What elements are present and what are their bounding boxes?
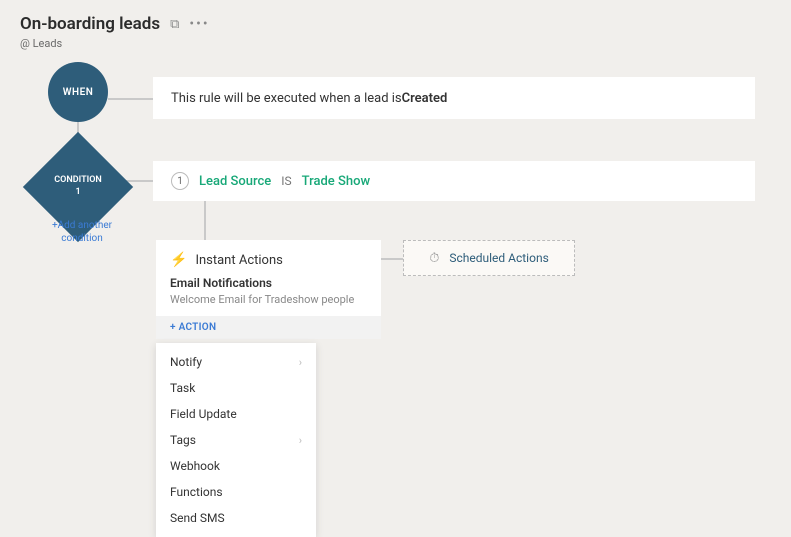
- when-node-label: WHEN: [63, 87, 94, 98]
- chevron-right-icon: ›: [299, 356, 302, 369]
- connector-line: [108, 98, 153, 100]
- action-menu-item-label: Field Update: [170, 407, 237, 421]
- condition-index: 1: [171, 172, 189, 190]
- action-menu-item[interactable]: Webhook: [156, 453, 316, 479]
- action-item-label[interactable]: Welcome Email for Tradeshow people: [170, 293, 367, 306]
- condition-field: Lead Source: [199, 174, 271, 189]
- add-action-menu: Notify › Task Field Update Tags › Webhook Funct…: [156, 343, 316, 537]
- workflow-title: On-boarding leads: [20, 14, 160, 34]
- action-menu-item-label: Functions: [170, 485, 223, 499]
- bolt-icon: ⚡: [170, 252, 187, 268]
- action-menu-item-label: Send SMS: [170, 511, 225, 525]
- action-menu-item-label: Webhook: [170, 459, 220, 473]
- condition-value: Trade Show: [302, 174, 370, 189]
- when-text: This rule will be executed when a lead i…: [171, 91, 402, 106]
- condition-card[interactable]: 1 Lead Source IS Trade Show: [153, 161, 755, 201]
- scheduled-actions-panel[interactable]: ⏱ Scheduled Actions: [403, 240, 575, 276]
- page-header: On-boarding leads ⧉ ••• @ Leads: [20, 14, 210, 50]
- module-label: @ Leads: [20, 37, 210, 50]
- action-menu-item[interactable]: Notify ›: [156, 349, 316, 375]
- action-menu-item-label: Task: [170, 381, 195, 395]
- instant-actions-panel: ⚡ Instant Actions Email Notifications We…: [156, 240, 381, 339]
- action-menu-item-label: Notify: [170, 355, 202, 369]
- action-menu-item[interactable]: Functions: [156, 479, 316, 505]
- chevron-right-icon: ›: [299, 434, 302, 447]
- condition-node-label: CONDITION: [54, 175, 101, 187]
- open-new-icon[interactable]: ⧉: [170, 17, 179, 32]
- action-group-label: Email Notifications: [170, 276, 367, 290]
- add-condition-link[interactable]: +Add another condition: [47, 219, 117, 245]
- condition-node-number: 1: [54, 187, 101, 199]
- action-menu-item[interactable]: Send SMS: [156, 505, 316, 531]
- when-card[interactable]: This rule will be executed when a lead i…: [153, 77, 755, 119]
- condition-operator: IS: [281, 174, 291, 188]
- action-menu-item[interactable]: Task: [156, 375, 316, 401]
- action-menu-item[interactable]: Tags ›: [156, 427, 316, 453]
- scheduled-actions-title: Scheduled Actions: [449, 251, 548, 265]
- when-node[interactable]: WHEN: [48, 62, 108, 122]
- when-trigger: Created: [402, 91, 448, 106]
- instant-actions-header[interactable]: ⚡ Instant Actions: [156, 240, 381, 276]
- connector-line: [378, 258, 403, 260]
- instant-actions-title: Instant Actions: [195, 253, 282, 268]
- add-action-button[interactable]: + ACTION: [156, 316, 381, 339]
- more-icon[interactable]: •••: [189, 16, 209, 32]
- action-menu-item[interactable]: Field Update: [156, 401, 316, 427]
- action-menu-item-label: Tags: [170, 433, 196, 447]
- timer-icon: ⏱: [429, 251, 439, 266]
